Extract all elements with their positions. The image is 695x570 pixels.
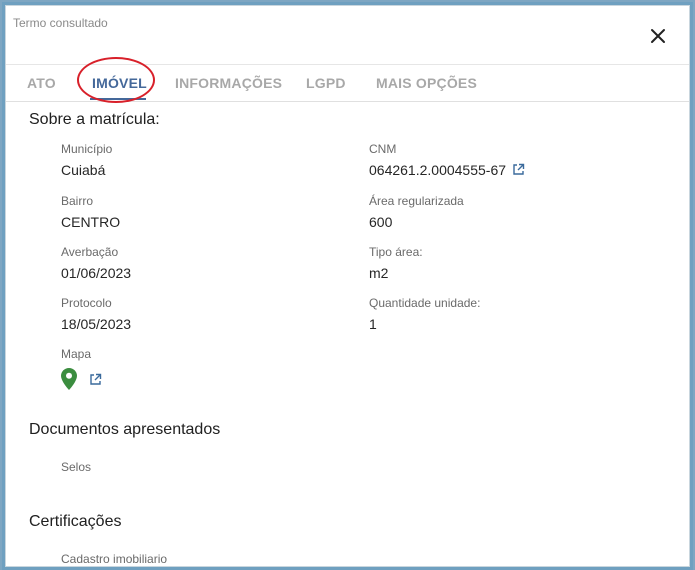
- field-label: Bairro: [61, 194, 94, 208]
- field-mapa: Mapa: [61, 346, 102, 390]
- tab-content-imovel: Sobre a matrícula: Município Cuiabá Bair…: [6, 101, 689, 566]
- dialog-title: Termo consultado: [13, 16, 108, 30]
- cnm-value: 064261.2.0004555-67: [369, 162, 507, 178]
- field-value: 18/05/2023: [61, 316, 132, 332]
- field-bairro: Bairro CENTRO: [61, 193, 120, 231]
- field-value: 01/06/2023: [61, 265, 132, 281]
- field-cnm: CNM 064261.2.0004555-67: [369, 141, 525, 179]
- field-selos: Selos: [61, 459, 91, 475]
- field-value: 1: [369, 316, 377, 332]
- field-value: CENTRO: [61, 214, 121, 230]
- map-pin-icon[interactable]: [61, 368, 77, 395]
- tab-bar: ATO IMÓVEL INFORMAÇÕES LGPD MAIS OPÇÕES: [6, 57, 689, 103]
- field-label: Área regularizada: [369, 194, 464, 208]
- tab-highlight-circle: [77, 57, 155, 103]
- field-value: Cuiabá: [61, 162, 106, 178]
- tab-lgpd[interactable]: LGPD: [306, 65, 346, 101]
- field-cadastro-imobiliario: Cadastro imobiliario: [61, 551, 168, 566]
- field-label: Município: [61, 142, 113, 156]
- close-icon: [651, 29, 665, 43]
- section-title-matricula: Sobre a matrícula:: [29, 111, 160, 128]
- field-label: Tipo área:: [369, 245, 423, 259]
- close-button[interactable]: [646, 24, 670, 48]
- field-label: CNM: [369, 142, 397, 156]
- field-label: Averbação: [61, 245, 119, 259]
- term-dialog: Termo consultado ATO IMÓVEL INFORMAÇÕES …: [5, 5, 690, 567]
- section-title-documentos: Documentos apresentados: [29, 421, 221, 438]
- tab-ato[interactable]: ATO: [27, 65, 56, 101]
- field-area-regularizada: Área regularizada 600: [369, 193, 464, 231]
- field-protocolo: Protocolo 18/05/2023: [61, 295, 131, 333]
- tab-informacoes[interactable]: INFORMAÇÕES: [175, 65, 282, 101]
- field-value: 600: [369, 214, 393, 230]
- field-label: Mapa: [61, 347, 92, 361]
- field-averbacao: Averbação 01/06/2023: [61, 244, 131, 282]
- field-tipo-area: Tipo área: m2: [369, 244, 423, 282]
- field-value-row: 064261.2.0004555-67: [369, 161, 525, 179]
- external-link-icon[interactable]: [512, 162, 525, 180]
- external-link-icon[interactable]: [89, 373, 102, 391]
- field-label: Quantidade unidade:: [369, 296, 481, 310]
- map-links: [61, 368, 102, 390]
- field-value: m2: [369, 265, 389, 281]
- field-label: Selos: [61, 460, 92, 474]
- field-quantidade-unidade: Quantidade unidade: 1: [369, 295, 480, 333]
- field-label: Cadastro imobiliario: [61, 552, 168, 566]
- section-title-certificacoes: Certificações: [29, 513, 122, 530]
- tab-mais-opcoes[interactable]: MAIS OPÇÕES: [376, 65, 477, 101]
- field-label: Protocolo: [61, 296, 112, 310]
- field-municipio: Município Cuiabá: [61, 141, 112, 179]
